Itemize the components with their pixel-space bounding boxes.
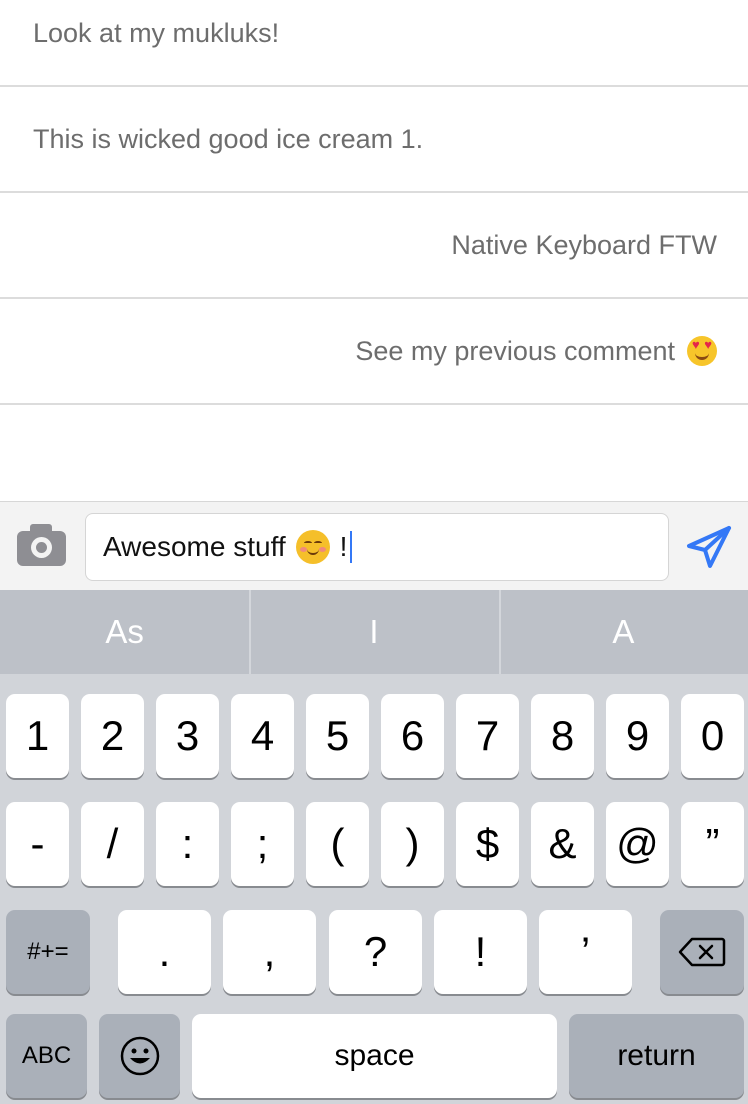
key[interactable]: ) [381,802,444,886]
suggestion-item[interactable]: A [498,590,748,674]
key[interactable]: . [118,910,211,994]
message-list[interactable]: Look at my mukluks! This is wicked good … [0,0,748,501]
chat-screen: Look at my mukluks! This is wicked good … [0,0,748,1104]
key[interactable]: ! [434,910,527,994]
key[interactable]: 3 [156,694,219,778]
keyboard: 1 2 3 4 5 6 7 8 9 0 - / : ; ( ) $ & @ ” … [0,674,748,1104]
key[interactable]: & [531,802,594,886]
key[interactable]: , [223,910,316,994]
key[interactable]: 1 [6,694,69,778]
key[interactable]: 5 [306,694,369,778]
smiling-face-emoji-icon [295,530,330,564]
message-text: This is wicked good ice cream 1. [33,123,424,154]
suggestion-item[interactable]: As [0,590,249,674]
return-key[interactable]: return [569,1014,744,1098]
message-item: See my previous comment [0,299,748,405]
composer-bar: Awesome stuff ! [0,501,748,590]
message-item: This is wicked good ice cream 1. [0,87,748,193]
key[interactable]: ’ [539,910,632,994]
space-key[interactable]: space [192,1014,557,1098]
camera-icon[interactable] [17,524,66,566]
key[interactable]: ? [329,910,422,994]
key[interactable]: 7 [456,694,519,778]
key[interactable]: 2 [81,694,144,778]
message-input-text: Awesome stuff [103,531,286,562]
key[interactable]: ” [681,802,744,886]
key[interactable]: 9 [606,694,669,778]
message-input[interactable]: Awesome stuff ! [85,513,669,581]
message-input-text-end: ! [339,531,348,562]
message-item: Look at my mukluks! [0,0,748,87]
key[interactable]: / [81,802,144,886]
key[interactable]: ; [231,802,294,886]
key[interactable]: 8 [531,694,594,778]
message-text: Look at my mukluks! [33,17,280,48]
emoji-icon [120,1036,159,1076]
key[interactable]: ( [306,802,369,886]
key[interactable]: 0 [681,694,744,778]
suggestion-item[interactable]: I [249,590,498,674]
emoji-key[interactable] [99,1014,180,1098]
delete-key[interactable] [660,910,744,994]
abc-key[interactable]: ABC [6,1014,87,1098]
predictive-bar: As I A [0,590,748,674]
send-icon [687,526,731,568]
key[interactable]: : [156,802,219,886]
heart-eyes-emoji-icon [687,336,717,366]
symbols-switch-key[interactable]: #+= [6,910,90,994]
message-text: See my previous comment [355,335,675,366]
text-caret [350,531,353,563]
backspace-icon [678,937,726,967]
message-item: Native Keyboard FTW [0,193,748,299]
send-button[interactable] [686,525,732,569]
key[interactable]: - [6,802,69,886]
message-text: Native Keyboard FTW [451,229,717,260]
key[interactable]: $ [456,802,519,886]
key[interactable]: 4 [231,694,294,778]
key[interactable]: 6 [381,694,444,778]
key[interactable]: @ [606,802,669,886]
